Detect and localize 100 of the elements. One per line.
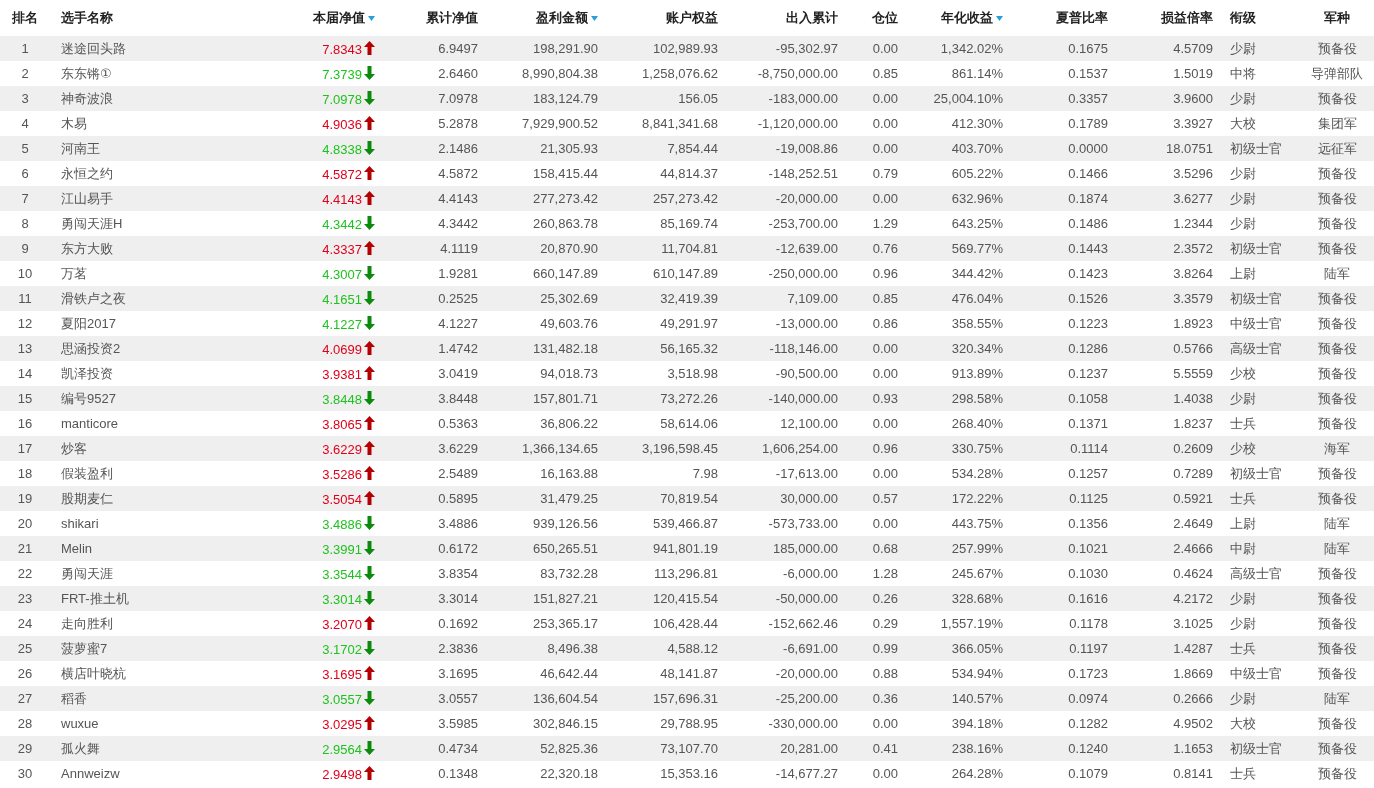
table-cell: 3.0557 bbox=[438, 691, 478, 706]
sort-icon[interactable] bbox=[591, 16, 598, 22]
table-cell: 0.3357 bbox=[1068, 91, 1108, 106]
table-cell: 21 bbox=[17, 541, 33, 556]
column-header[interactable]: 账户权益 bbox=[666, 10, 718, 25]
table-cell: 0.26 bbox=[872, 591, 898, 606]
table-cell: 3.8448 bbox=[438, 391, 478, 406]
column-header[interactable]: 盈利金额 bbox=[536, 10, 588, 25]
table-cell: 东方大败 bbox=[61, 240, 113, 256]
table-cell: 凯泽投资 bbox=[61, 365, 113, 381]
table-cell: 1.29 bbox=[872, 216, 898, 231]
table-cell: 0.1443 bbox=[1068, 241, 1108, 256]
table-cell: 少尉 bbox=[1230, 590, 1256, 606]
column-header[interactable]: 夏普比率 bbox=[1056, 10, 1108, 25]
table-cell: 集团军 bbox=[1317, 115, 1357, 131]
table-cell: 0.5895 bbox=[438, 491, 478, 506]
column-header[interactable]: 衔级 bbox=[1230, 10, 1256, 25]
table-cell: 298.58% bbox=[951, 391, 1003, 406]
table-cell: 0.1178 bbox=[1069, 616, 1108, 631]
table-cell: 3.4886 bbox=[438, 516, 478, 531]
table-cell: 0.1114 bbox=[1070, 441, 1108, 456]
column-header[interactable]: 军种 bbox=[1324, 10, 1350, 25]
table-cell: 迷途回头路 bbox=[61, 40, 126, 56]
table-cell: 1 bbox=[21, 41, 29, 56]
table-cell: 预备役 bbox=[1317, 390, 1357, 406]
table-cell: 120,415.54 bbox=[652, 591, 718, 606]
table-cell: 8 bbox=[21, 216, 29, 231]
table-cell: 0.00 bbox=[872, 716, 898, 731]
table-cell: 31,479.25 bbox=[540, 491, 598, 506]
net-value: 2.9564 bbox=[322, 741, 362, 757]
table-cell: 0.00 bbox=[872, 91, 898, 106]
table-cell: 夏阳2017 bbox=[61, 315, 116, 331]
table-cell: 7,854.44 bbox=[667, 141, 718, 156]
table-cell: 少尉 bbox=[1230, 690, 1256, 706]
column-header[interactable]: 仓位 bbox=[872, 10, 898, 25]
net-value: 3.0557 bbox=[322, 691, 362, 707]
table-cell: 0.88 bbox=[872, 666, 898, 681]
table-cell: 29 bbox=[17, 741, 33, 756]
table-cell: 260,863.78 bbox=[532, 216, 598, 231]
sort-icon[interactable] bbox=[368, 16, 375, 22]
table-cell: 初级士官 bbox=[1230, 465, 1282, 481]
table-cell: 永恒之约 bbox=[61, 165, 113, 181]
table-cell: 113,296.81 bbox=[653, 566, 718, 581]
table-cell: 1.4287 bbox=[1173, 641, 1213, 656]
table-cell: 海军 bbox=[1324, 440, 1350, 456]
table-cell: 2.1486 bbox=[438, 141, 478, 156]
table-cell: 0.1286 bbox=[1068, 341, 1108, 356]
table-cell: 0.1197 bbox=[1069, 641, 1108, 656]
table-cell: 0.1675 bbox=[1068, 41, 1108, 56]
table-cell: 140.57% bbox=[951, 691, 1003, 706]
column-header[interactable]: 本届净值 bbox=[313, 10, 365, 25]
table-cell: 0.76 bbox=[872, 241, 898, 256]
table-cell: 36,806.22 bbox=[540, 416, 598, 431]
table-cell: 1.4038 bbox=[1173, 391, 1213, 406]
table-cell: 913.89% bbox=[951, 366, 1003, 381]
table-cell: 陆军 bbox=[1324, 265, 1350, 281]
table-cell: 257,273.42 bbox=[652, 191, 718, 206]
table-cell: 569.77% bbox=[951, 241, 1003, 256]
table-cell: 0.1789 bbox=[1068, 116, 1108, 131]
sort-icon[interactable] bbox=[996, 16, 1003, 22]
table-cell: 650,265.51 bbox=[532, 541, 598, 556]
table-cell: 3.0419 bbox=[438, 366, 478, 381]
table-cell: 23 bbox=[17, 591, 33, 606]
column-header[interactable]: 损益倍率 bbox=[1161, 10, 1213, 25]
table-cell: 358.55% bbox=[951, 316, 1003, 331]
column-header[interactable]: 出入累计 bbox=[786, 10, 838, 25]
table-cell: 少校 bbox=[1230, 365, 1256, 381]
table-cell: 328.68% bbox=[951, 591, 1003, 606]
table-cell: 士兵 bbox=[1230, 765, 1256, 781]
net-value: 4.3007 bbox=[322, 266, 362, 282]
table-cell: 预备役 bbox=[1317, 465, 1357, 481]
table-cell: 0.2666 bbox=[1173, 691, 1213, 706]
table-cell: 预备役 bbox=[1317, 190, 1357, 206]
table-cell: 1.8669 bbox=[1173, 666, 1213, 681]
table-cell: 257.99% bbox=[951, 541, 1003, 556]
table-cell: 少尉 bbox=[1230, 90, 1256, 106]
table-cell: 预备役 bbox=[1317, 40, 1357, 56]
table-cell: 24 bbox=[17, 616, 33, 631]
table-cell: 0.29 bbox=[872, 616, 898, 631]
table-cell: 366.05% bbox=[951, 641, 1003, 656]
net-value: 2.9498 bbox=[322, 766, 362, 782]
column-header[interactable]: 排名 bbox=[12, 10, 38, 25]
table-cell: 52,825.36 bbox=[540, 741, 598, 756]
table-cell: 8,496.38 bbox=[547, 641, 598, 656]
net-value: 3.3544 bbox=[322, 566, 362, 582]
table-cell: 4.5872 bbox=[438, 166, 478, 181]
net-value: 3.4886 bbox=[322, 516, 362, 532]
table-cell: 476.04% bbox=[951, 291, 1003, 306]
column-header[interactable]: 选手名称 bbox=[61, 10, 113, 25]
table-cell: 0.96 bbox=[872, 441, 898, 456]
table-cell: 22 bbox=[17, 566, 33, 581]
table-cell: 0.2525 bbox=[438, 291, 478, 306]
table-cell: 陆军 bbox=[1324, 515, 1350, 531]
column-header[interactable]: 年化收益 bbox=[941, 10, 993, 25]
table-cell: 632.96% bbox=[951, 191, 1003, 206]
column-header[interactable]: 累计净值 bbox=[426, 10, 478, 25]
table-cell: 56,165.32 bbox=[660, 341, 718, 356]
table-cell: 0.1021 bbox=[1068, 541, 1108, 556]
net-value: 7.3739 bbox=[322, 66, 362, 82]
table-cell: 0.79 bbox=[872, 166, 898, 181]
